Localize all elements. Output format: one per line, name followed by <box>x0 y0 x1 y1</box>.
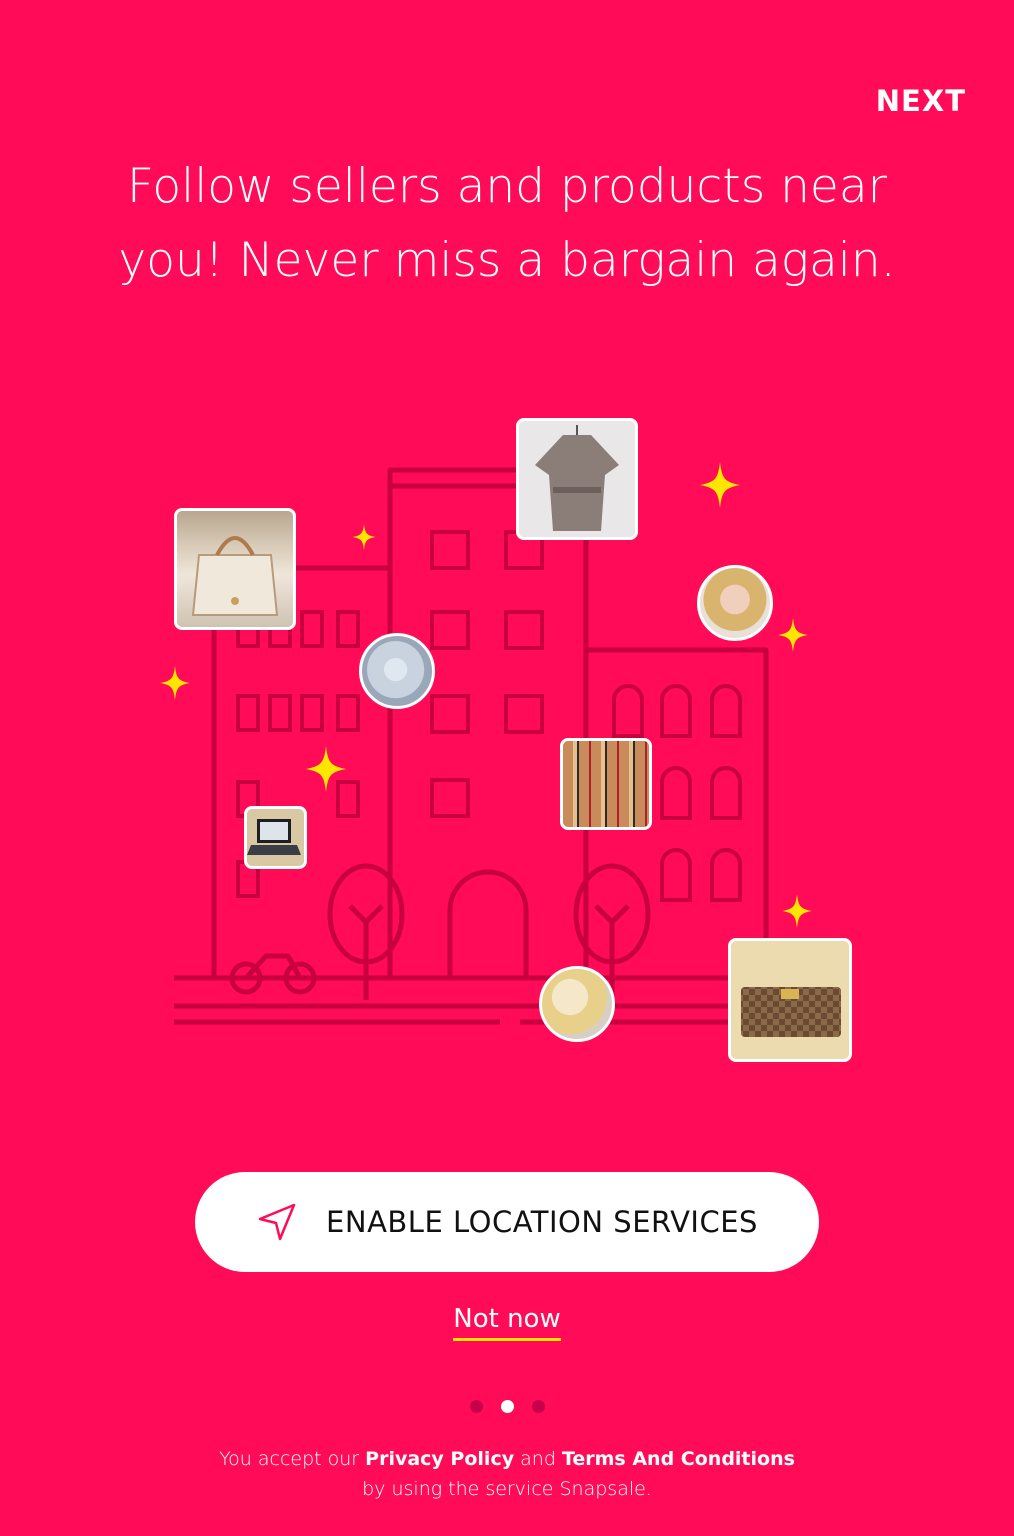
location-arrow-icon <box>258 1203 296 1241</box>
sparkle-icon <box>778 618 808 652</box>
next-button[interactable]: NEXT <box>876 84 966 118</box>
enable-location-button[interactable]: ENABLE LOCATION SERVICES <box>195 1172 819 1272</box>
headline: Follow sellers and products near you! Ne… <box>40 150 974 298</box>
product-thumb-scarf <box>560 738 652 830</box>
sparkle-icon <box>306 746 346 792</box>
not-now-link[interactable]: Not now <box>453 1304 561 1341</box>
page-dot-2-active[interactable] <box>500 1400 514 1413</box>
sparkle-icon <box>700 462 740 508</box>
privacy-policy-link[interactable]: Privacy Policy <box>365 1448 514 1470</box>
sparkle-icon <box>352 524 376 550</box>
legal-suffix: by using the service Snapsale. <box>362 1478 652 1500</box>
seller-avatar-1[interactable] <box>697 565 773 641</box>
product-thumb-laptop <box>244 806 307 869</box>
city-illustration <box>0 400 1014 1080</box>
sparkle-icon <box>160 666 190 700</box>
legal-text: You accept our Privacy Policy and Terms … <box>0 1444 1014 1504</box>
page-dot-1[interactable] <box>469 1400 483 1413</box>
buildings-drawing <box>174 467 840 1025</box>
not-now-container: Not now <box>0 1304 1014 1341</box>
legal-and: and <box>520 1448 556 1470</box>
seller-avatar-2[interactable] <box>359 633 435 709</box>
seller-avatar-3[interactable] <box>539 966 615 1042</box>
sparkle-icon <box>782 894 812 928</box>
headline-line-2: you! Never miss a bargain again. <box>118 233 896 288</box>
product-thumb-louis-vuitton-bag <box>728 938 852 1062</box>
enable-location-label: ENABLE LOCATION SERVICES <box>326 1205 758 1239</box>
pagination-dots <box>0 1400 1014 1413</box>
page-dot-3[interactable] <box>531 1400 545 1413</box>
headline-line-1: Follow sellers and products near <box>127 159 887 214</box>
product-thumb-tote-bag <box>174 508 296 630</box>
legal-prefix: You accept our <box>219 1448 360 1470</box>
product-thumb-robe <box>516 418 638 540</box>
terms-link[interactable]: Terms And Conditions <box>562 1448 795 1470</box>
